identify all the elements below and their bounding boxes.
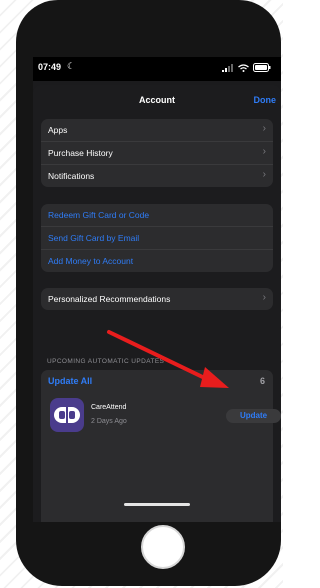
phone-frame: 07:49 ☾ Account Done Apps › Purchase His… [16, 0, 281, 586]
home-indicator [124, 503, 190, 506]
red-arrow-annotation [107, 330, 229, 388]
home-button[interactable] [141, 525, 185, 569]
phone-screen: 07:49 ☾ Account Done Apps › Purchase His… [33, 57, 281, 522]
